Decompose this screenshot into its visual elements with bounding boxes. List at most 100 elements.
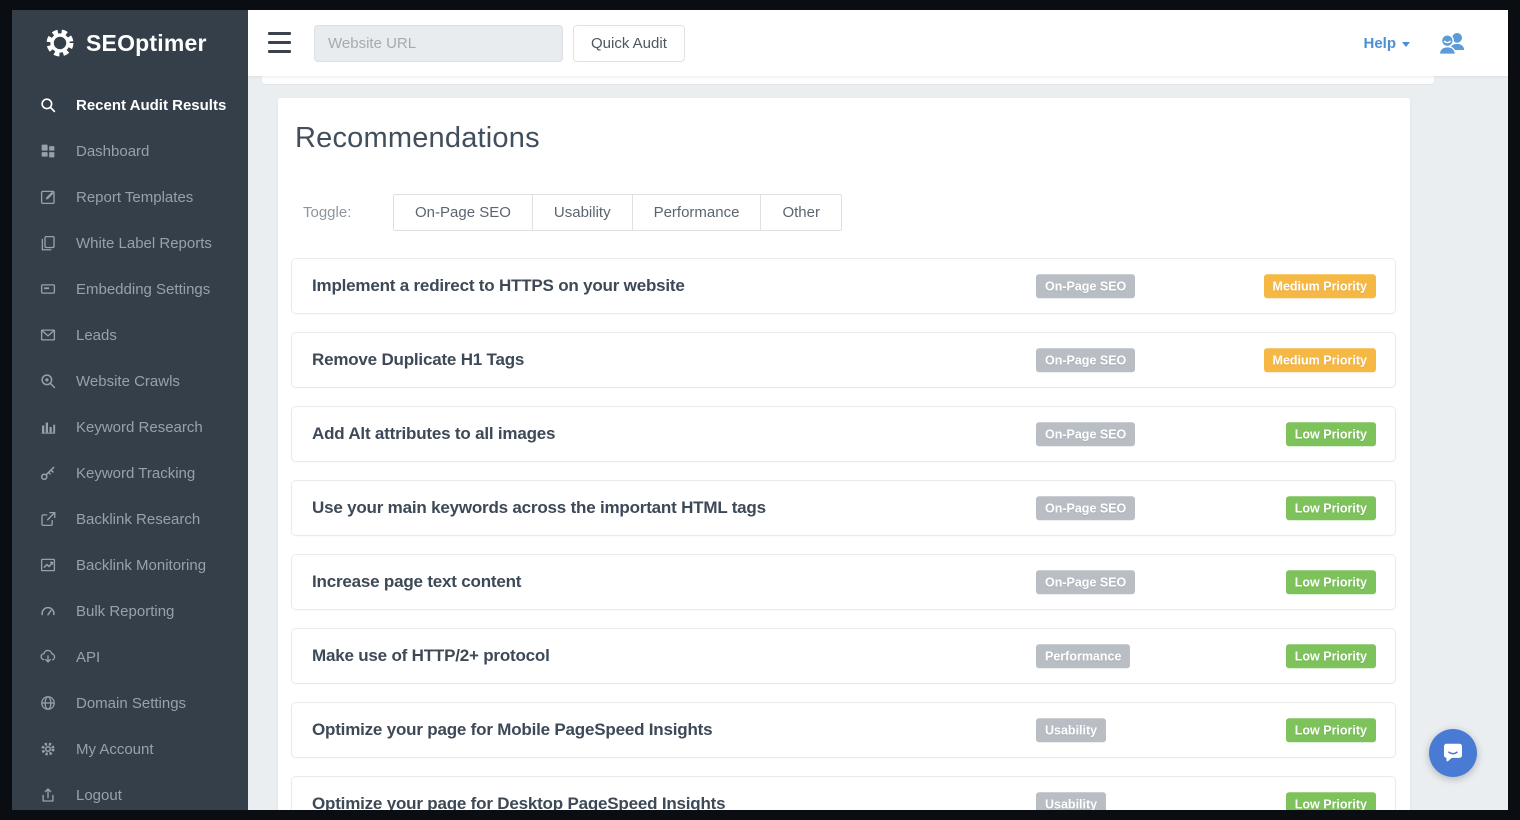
sidebar-item-report-templates[interactable]: Report Templates [12, 174, 248, 220]
gear-logo-icon [43, 26, 77, 60]
recommendation-title: Use your main keywords across the import… [312, 498, 766, 518]
logout-icon [38, 785, 58, 805]
recommendation-title: Optimize your page for Mobile PageSpeed … [312, 720, 712, 740]
priority-badge: Low Priority [1286, 792, 1376, 810]
priority-badge: Medium Priority [1264, 348, 1376, 372]
recommendation-row[interactable]: Make use of HTTP/2+ protocol Performance… [291, 628, 1396, 684]
sidebar-item-label: Backlink Monitoring [76, 557, 206, 574]
globe-icon [38, 693, 58, 713]
priority-badge: Low Priority [1286, 718, 1376, 742]
priority-badge: Low Priority [1286, 496, 1376, 520]
search-icon [38, 95, 58, 115]
toggle-button-usability[interactable]: Usability [532, 194, 633, 231]
recommendation-title: Remove Duplicate H1 Tags [312, 350, 524, 370]
category-badge: Usability [1036, 718, 1106, 742]
cloud-download-icon [38, 647, 58, 667]
category-badge: Performance [1036, 644, 1130, 668]
sidebar-item-label: Report Templates [76, 189, 193, 206]
priority-badge: Low Priority [1286, 570, 1376, 594]
sidebar-menu: Recent Audit Results Dashboard Report Te… [12, 82, 248, 810]
toggle-label: Toggle: [303, 204, 351, 221]
sidebar-item-label: Embedding Settings [76, 281, 210, 298]
hamburger-icon[interactable] [268, 32, 291, 53]
category-badge: On-Page SEO [1036, 496, 1135, 520]
recommendation-title: Optimize your page for Desktop PageSpeed… [312, 794, 725, 810]
sidebar-item-logout[interactable]: Logout [12, 772, 248, 810]
external-link-icon [38, 509, 58, 529]
sidebar-item-embedding-settings[interactable]: Embedding Settings [12, 266, 248, 312]
category-badge: On-Page SEO [1036, 274, 1135, 298]
priority-badge: Low Priority [1286, 422, 1376, 446]
sidebar-item-my-account[interactable]: My Account [12, 726, 248, 772]
recommendation-row[interactable]: Use your main keywords across the import… [291, 480, 1396, 536]
window-frame: SEOptimer Recent Audit Results Dashboard… [0, 0, 1520, 820]
sidebar-item-api[interactable]: API [12, 634, 248, 680]
sidebar-item-recent-audit-results[interactable]: Recent Audit Results [12, 82, 248, 128]
recommendation-title: Make use of HTTP/2+ protocol [312, 646, 550, 666]
recommendations-list: Implement a redirect to HTTPS on your we… [291, 258, 1396, 810]
recommendations-card: Recommendations Toggle: On-Page SEOUsabi… [277, 97, 1411, 810]
bar-chart-icon [38, 417, 58, 437]
toggle-button-other[interactable]: Other [760, 194, 842, 231]
topbar: Quick Audit Help [248, 10, 1508, 76]
recommendation-title: Add Alt attributes to all images [312, 424, 555, 444]
priority-badge: Low Priority [1286, 644, 1376, 668]
sidebar-item-label: White Label Reports [76, 235, 212, 252]
category-badge: On-Page SEO [1036, 348, 1135, 372]
edit-icon [38, 187, 58, 207]
sidebar-item-label: Website Crawls [76, 373, 180, 390]
scrolled-card-edge [262, 76, 1434, 85]
sidebar-item-label: Leads [76, 327, 117, 344]
priority-badge: Medium Priority [1264, 274, 1376, 298]
copy-icon [38, 233, 58, 253]
sidebar-item-bulk-reporting[interactable]: Bulk Reporting [12, 588, 248, 634]
embed-icon [38, 279, 58, 299]
recommendation-row[interactable]: Optimize your page for Mobile PageSpeed … [291, 702, 1396, 758]
category-badge: On-Page SEO [1036, 422, 1135, 446]
sidebar-item-label: Domain Settings [76, 695, 186, 712]
topbar-right: Help [1363, 10, 1468, 76]
recommendation-row[interactable]: Optimize your page for Desktop PageSpeed… [291, 776, 1396, 810]
sidebar-item-keyword-tracking[interactable]: Keyword Tracking [12, 450, 248, 496]
sidebar-item-white-label-reports[interactable]: White Label Reports [12, 220, 248, 266]
line-chart-icon [38, 555, 58, 575]
recommendation-title: Increase page text content [312, 572, 521, 592]
category-badge: On-Page SEO [1036, 570, 1135, 594]
users-icon[interactable] [1436, 29, 1468, 57]
sidebar-item-label: Keyword Research [76, 419, 203, 436]
sidebar-item-backlink-research[interactable]: Backlink Research [12, 496, 248, 542]
envelope-icon [38, 325, 58, 345]
sidebar-item-leads[interactable]: Leads [12, 312, 248, 358]
recommendation-title: Implement a redirect to HTTPS on your we… [312, 276, 685, 296]
key-icon [38, 463, 58, 483]
toggle-button-on-page-seo[interactable]: On-Page SEO [393, 194, 533, 231]
toggle-button-group: On-Page SEOUsabilityPerformanceOther [393, 194, 842, 231]
sidebar: SEOptimer Recent Audit Results Dashboard… [12, 10, 248, 810]
app-logo-text: SEOptimer [86, 30, 207, 57]
chat-widget-button[interactable] [1429, 729, 1477, 777]
sidebar-item-label: Dashboard [76, 143, 149, 160]
recommendation-row[interactable]: Add Alt attributes to all images On-Page… [291, 406, 1396, 462]
sidebar-item-backlink-monitoring[interactable]: Backlink Monitoring [12, 542, 248, 588]
sidebar-item-keyword-research[interactable]: Keyword Research [12, 404, 248, 450]
recommendation-row[interactable]: Remove Duplicate H1 Tags On-Page SEO Med… [291, 332, 1396, 388]
category-badge: Usability [1036, 792, 1106, 810]
toggle-row: Toggle: [303, 194, 351, 231]
page-title: Recommendations [295, 122, 540, 155]
sidebar-item-label: My Account [76, 741, 154, 758]
sidebar-item-label: Bulk Reporting [76, 603, 174, 620]
chat-bubble-icon [1440, 740, 1466, 766]
sidebar-item-domain-settings[interactable]: Domain Settings [12, 680, 248, 726]
sidebar-item-dashboard[interactable]: Dashboard [12, 128, 248, 174]
sidebar-item-website-crawls[interactable]: Website Crawls [12, 358, 248, 404]
sidebar-item-label: Backlink Research [76, 511, 200, 528]
website-url-input[interactable] [314, 25, 563, 62]
quick-audit-button[interactable]: Quick Audit [573, 25, 685, 62]
sidebar-item-label: Logout [76, 787, 122, 804]
search-plus-icon [38, 371, 58, 391]
toggle-button-performance[interactable]: Performance [632, 194, 762, 231]
app-logo[interactable]: SEOptimer [12, 10, 248, 76]
help-menu[interactable]: Help [1363, 35, 1410, 52]
recommendation-row[interactable]: Implement a redirect to HTTPS on your we… [291, 258, 1396, 314]
recommendation-row[interactable]: Increase page text content On-Page SEO L… [291, 554, 1396, 610]
